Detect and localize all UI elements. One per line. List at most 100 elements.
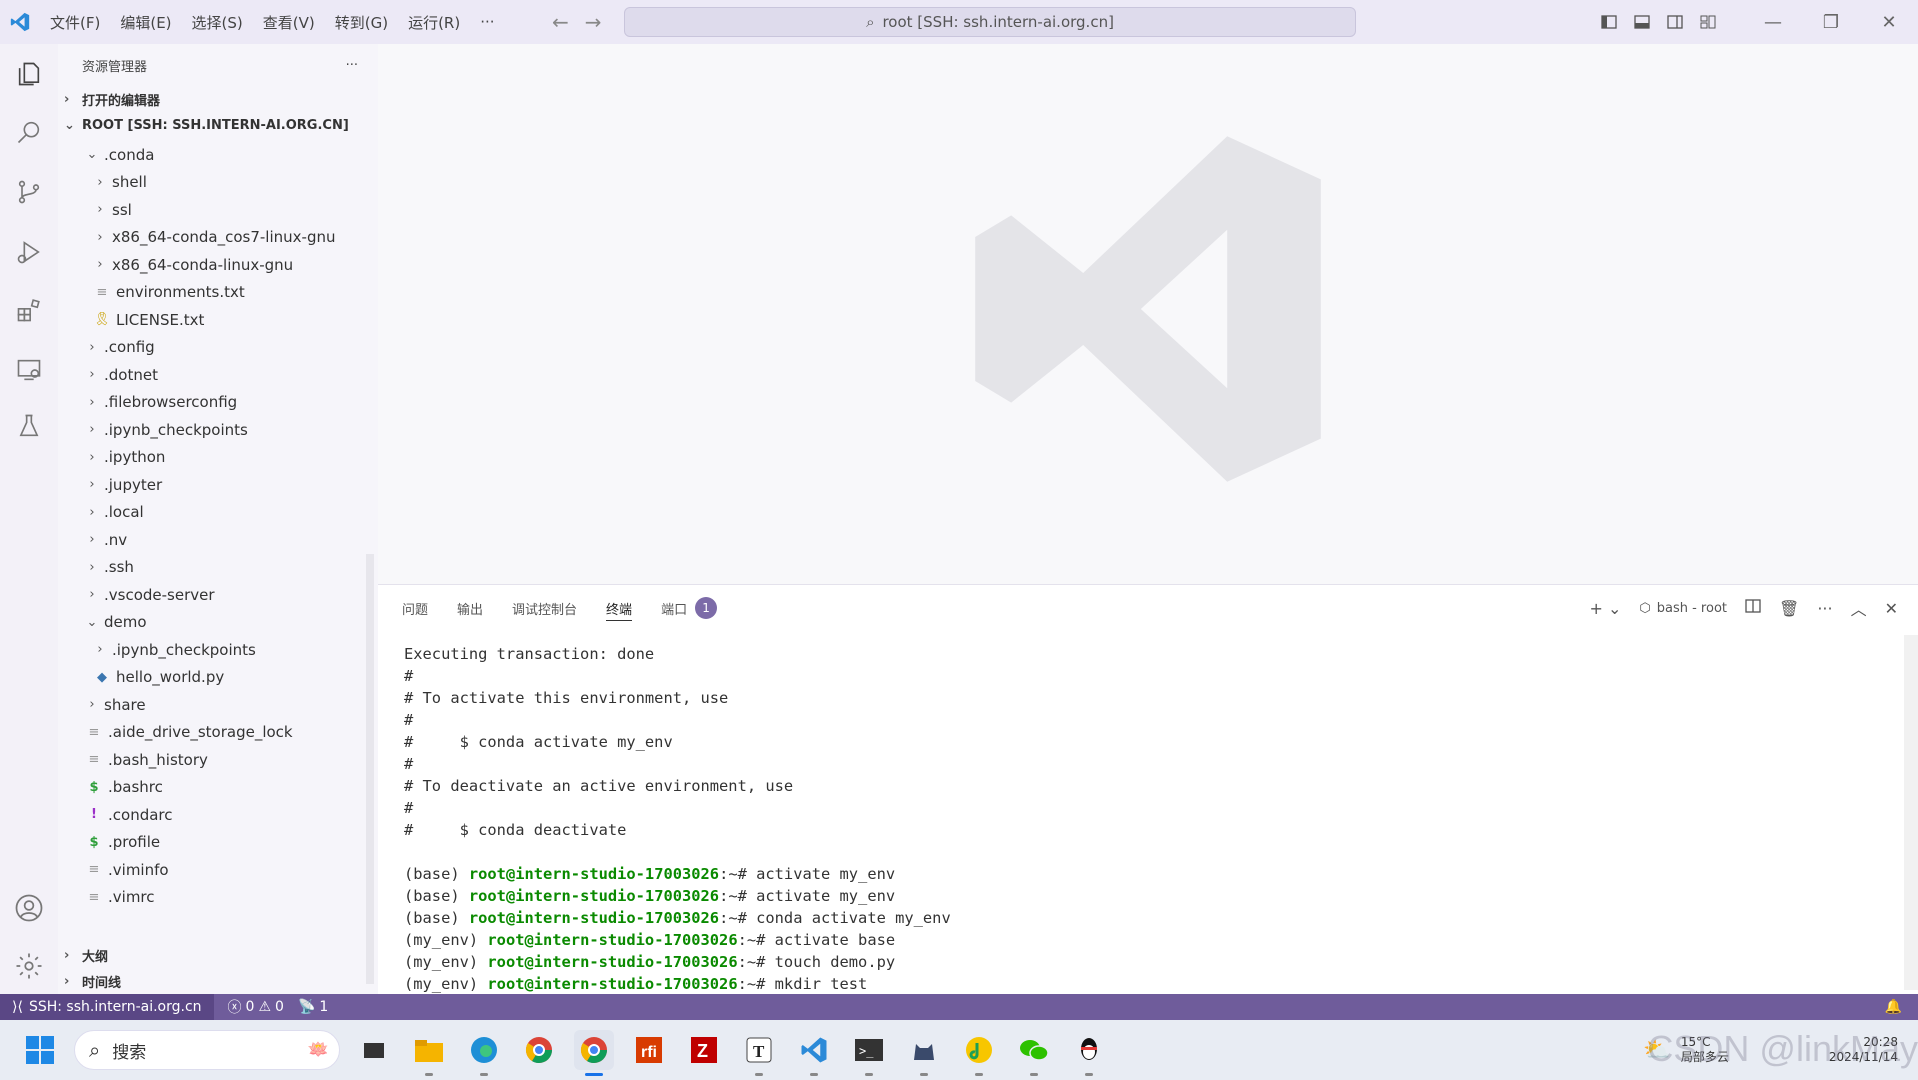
more-actions-icon[interactable]: ··· [346, 58, 358, 73]
ports-indicator[interactable]: 📡 1 [298, 999, 328, 1015]
edge-icon[interactable] [464, 1030, 504, 1076]
remote-indicator[interactable]: ⟩⟨ SSH: ssh.intern-ai.org.cn [0, 994, 214, 1020]
close-window-button[interactable]: ✕ [1860, 12, 1918, 33]
tree-item[interactable]: › x86_64-conda_cos7-linux-gnu [58, 224, 378, 252]
menu-run[interactable]: 运行(R) [398, 12, 470, 33]
tree-item[interactable]: ≡ environments.txt [58, 279, 378, 307]
maximize-panel-icon[interactable]: ︿ [1851, 596, 1867, 620]
tree-item[interactable]: › .jupyter [58, 471, 378, 499]
root-folder-label: ROOT [SSH: SSH.INTERN-AI.ORG.CN] [82, 117, 349, 133]
customize-layout-icon[interactable] [1691, 14, 1724, 30]
menu-more[interactable]: ··· [470, 13, 504, 31]
tree-item[interactable]: ◆ hello_world.py [58, 664, 378, 692]
menu-view[interactable]: 查看(V) [253, 12, 325, 33]
tree-item[interactable]: › share [58, 691, 378, 719]
timeline-section[interactable]: › 时间线 [58, 968, 378, 994]
tree-item-label: .bashrc [108, 778, 163, 797]
tab-debug-console[interactable]: 调试控制台 [512, 585, 577, 631]
tree-item[interactable]: ⌄ demo [58, 609, 378, 637]
toggle-sidebar-icon[interactable] [1592, 14, 1625, 30]
tree-item[interactable]: ≡ .aide_drive_storage_lock [58, 719, 378, 747]
tree-item[interactable]: ≡ .bash_history [58, 746, 378, 774]
terminal-scrollbar[interactable] [1904, 635, 1918, 990]
terminal-env: (base) [404, 909, 469, 927]
back-arrow-icon[interactable]: ← [552, 10, 569, 34]
trash-icon[interactable]: 🗑 [1779, 599, 1799, 618]
menu-edit[interactable]: 编辑(E) [110, 12, 181, 33]
terminal-output[interactable]: Executing transaction: done # # To activat… [404, 643, 951, 995]
settings-gear-icon[interactable] [0, 942, 58, 990]
tree-item[interactable]: › .ipynb_checkpoints [58, 416, 378, 444]
terminal-selector[interactable]: ⬡ bash - root [1639, 601, 1727, 616]
tree-item[interactable]: › .vscode-server [58, 581, 378, 609]
menu-selection[interactable]: 选择(S) [182, 12, 253, 33]
extensions-icon[interactable] [0, 286, 58, 334]
menu-go[interactable]: 转到(G) [325, 12, 398, 33]
tree-item[interactable]: › .nv [58, 526, 378, 554]
tree-item[interactable]: $ .profile [58, 829, 378, 857]
office-icon[interactable]: rfi [629, 1030, 669, 1070]
tree-item[interactable]: › .ssh [58, 554, 378, 582]
chrome-active-icon[interactable] [574, 1030, 614, 1076]
chrome-icon[interactable] [519, 1030, 559, 1070]
new-terminal-icon[interactable]: + ⌄ [1589, 599, 1621, 618]
task-view-icon[interactable] [354, 1030, 394, 1070]
close-panel-icon[interactable]: ✕ [1885, 599, 1898, 618]
sidebar-scrollbar[interactable] [366, 554, 374, 984]
outline-section[interactable]: › 大纲 [58, 942, 378, 968]
terminal-app-icon[interactable]: >_ [849, 1030, 889, 1076]
testing-icon[interactable] [0, 402, 58, 450]
tree-item[interactable]: 🎗 LICENSE.txt [58, 306, 378, 334]
search-icon[interactable] [0, 108, 58, 156]
command-center[interactable]: ⌕ root [SSH: ssh.intern-ai.org.cn] [624, 7, 1356, 37]
tab-ports[interactable]: 端口 1 [661, 585, 718, 631]
tree-item[interactable]: › .ipynb_checkpoints [58, 636, 378, 664]
windows-start-icon[interactable] [20, 1030, 60, 1070]
file-explorer-icon[interactable] [409, 1030, 449, 1076]
root-folder-section[interactable]: ⌄ ROOT [SSH: SSH.INTERN-AI.ORG.CN] [58, 112, 378, 138]
filezilla-icon[interactable]: Z [684, 1030, 724, 1070]
tree-item[interactable]: ≡ .viminfo [58, 856, 378, 884]
tree-item-label: .ipynb_checkpoints [112, 640, 256, 659]
qq-icon[interactable] [1069, 1030, 1109, 1076]
explorer-icon[interactable] [0, 50, 58, 98]
minimize-button[interactable]: — [1744, 12, 1802, 33]
tab-terminal[interactable]: 终端 [606, 585, 633, 631]
tree-item[interactable]: › .config [58, 334, 378, 362]
tree-item[interactable]: $ .bashrc [58, 774, 378, 802]
tree-item[interactable]: ≡ .vimrc [58, 884, 378, 912]
split-terminal-icon[interactable] [1745, 598, 1761, 618]
open-editors-section[interactable]: › 打开的编辑器 [58, 86, 378, 112]
tree-item[interactable]: › .filebrowserconfig [58, 389, 378, 417]
music-app-icon[interactable] [959, 1030, 999, 1076]
github-cat-icon[interactable] [904, 1030, 944, 1076]
tree-item[interactable]: › .ipython [58, 444, 378, 472]
tab-problems[interactable]: 问题 [402, 585, 428, 631]
remote-explorer-icon[interactable] [0, 346, 58, 394]
wechat-icon[interactable] [1014, 1030, 1054, 1076]
tree-item[interactable]: › x86_64-conda-linux-gnu [58, 251, 378, 279]
source-control-icon[interactable] [0, 168, 58, 216]
tree-item[interactable]: › .local [58, 499, 378, 527]
run-debug-icon[interactable] [0, 228, 58, 276]
vscode-taskbar-icon[interactable] [794, 1030, 834, 1076]
toggle-panel-icon[interactable] [1625, 14, 1658, 30]
restore-button[interactable]: ❐ [1802, 12, 1860, 33]
menu-file[interactable]: 文件(F) [40, 12, 110, 33]
csdn-watermark: CSDN @linkMay [1647, 1028, 1918, 1069]
tree-item[interactable]: › .dotnet [58, 361, 378, 389]
toggle-secondary-sidebar-icon[interactable] [1658, 14, 1691, 30]
notifications-bell-icon[interactable]: 🔔 [1885, 999, 1902, 1015]
forward-arrow-icon[interactable]: → [585, 10, 602, 34]
account-icon[interactable] [0, 884, 58, 932]
problems-indicator[interactable]: ⓧ 0 ⚠ 0 [228, 997, 284, 1017]
tree-item[interactable]: › shell [58, 169, 378, 197]
more-actions-icon[interactable]: ··· [1817, 599, 1832, 618]
editor-area[interactable] [378, 44, 1918, 584]
tree-item[interactable]: ⌄ .conda [58, 141, 378, 169]
taskbar-search[interactable]: ⌕ 搜索 🪷 [74, 1030, 340, 1070]
typora-icon[interactable]: T [739, 1030, 779, 1076]
tree-item[interactable]: ! .condarc [58, 801, 378, 829]
tab-output[interactable]: 输出 [457, 585, 483, 631]
tree-item[interactable]: › ssl [58, 196, 378, 224]
